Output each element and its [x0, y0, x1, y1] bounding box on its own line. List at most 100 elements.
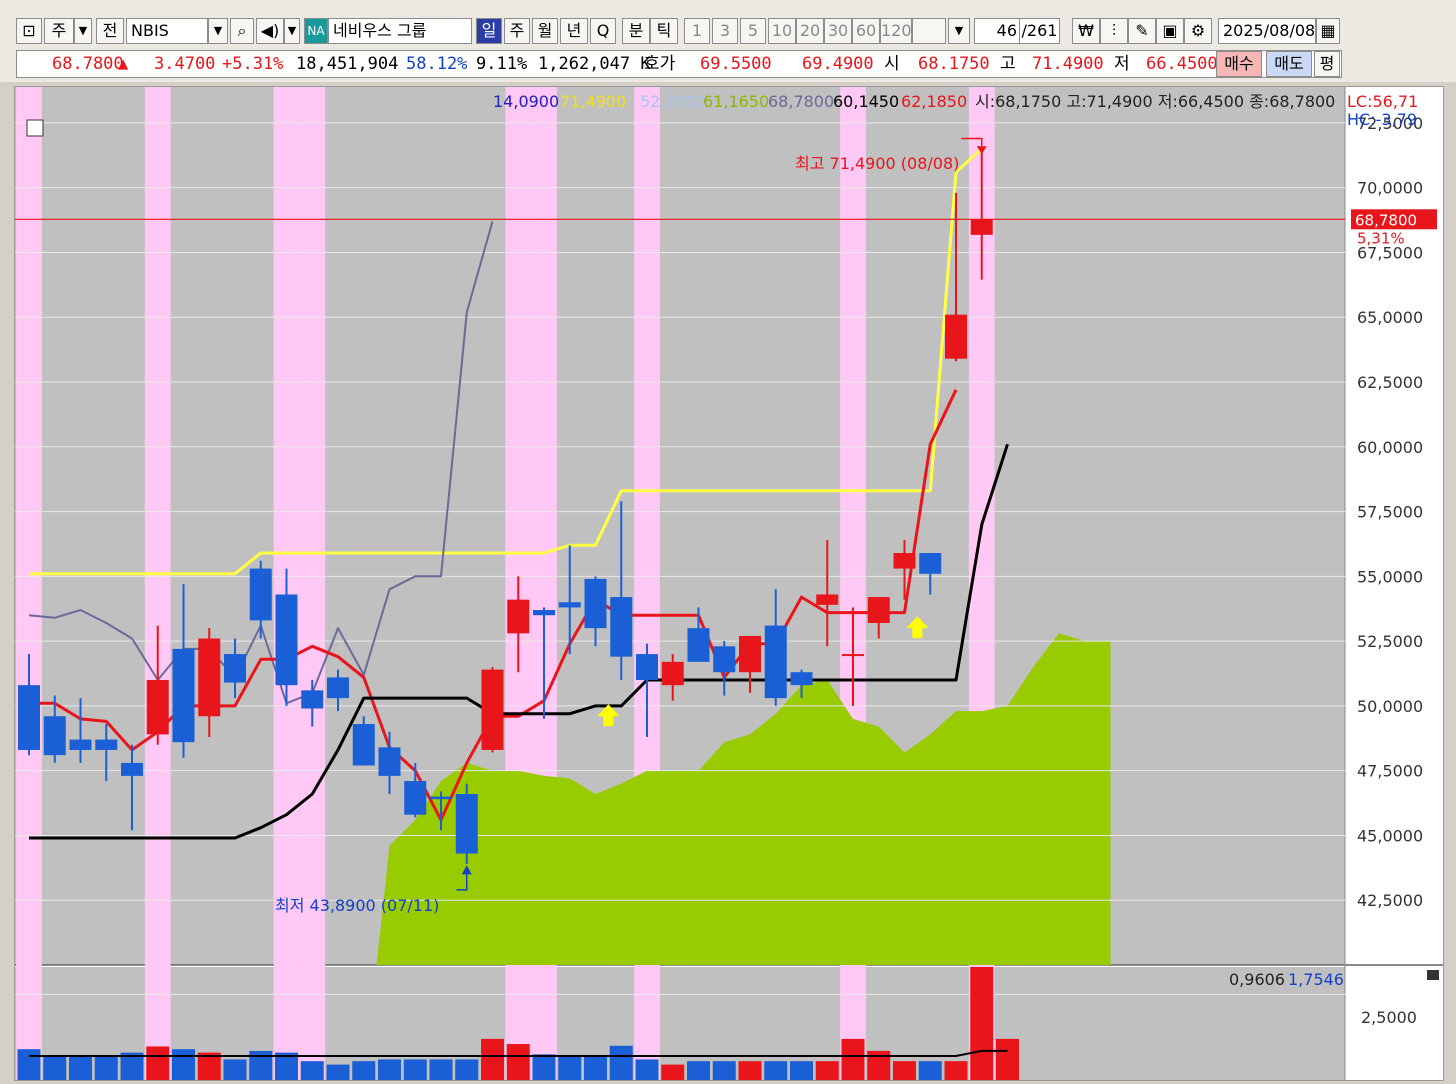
- prev-button[interactable]: 전: [96, 18, 124, 44]
- save-icon[interactable]: ▣: [1156, 18, 1184, 44]
- interval-1[interactable]: 1: [684, 18, 710, 44]
- highlight-band: [144, 87, 171, 1080]
- price-chart[interactable]: 72,500070,000067,500065,000062,500060,00…: [15, 87, 1443, 1080]
- toolbar-top: ⊡ 주 ▼ 전 NBIS ▼ ⌕ ◀) ▼ NA 네비우스 그룹 일 주 월 년…: [0, 0, 1456, 48]
- candle-body: [95, 739, 118, 750]
- interval-input[interactable]: [912, 18, 946, 44]
- quote-ask: 69.5500: [700, 54, 772, 74]
- badge-icon: NA: [304, 18, 328, 44]
- symbol-input[interactable]: NBIS: [126, 18, 208, 44]
- y-tick-label: 60,0000: [1357, 438, 1423, 457]
- period-quarter[interactable]: Q: [590, 18, 616, 44]
- interval-120[interactable]: 120: [880, 18, 912, 44]
- speaker-icon[interactable]: ◀): [256, 18, 284, 44]
- price-line-label: 68,7800: [1355, 211, 1417, 229]
- won-icon[interactable]: ₩: [1072, 18, 1100, 44]
- market-select[interactable]: 주: [44, 18, 74, 44]
- layout-icon[interactable]: ⊡: [16, 18, 42, 44]
- candle-body: [481, 669, 504, 750]
- volume-bar: [738, 1061, 762, 1080]
- legend-v3: 52,7800: [640, 92, 706, 111]
- interval-20[interactable]: 20: [796, 18, 824, 44]
- volume-bar: [94, 1056, 118, 1080]
- price-line-pct: 5,31%: [1357, 229, 1405, 247]
- legend-ohlc: 시:68,1750 고:71,4900 저:66,4500 종:68,7800: [975, 92, 1335, 111]
- y-tick-label: 70,0000: [1357, 179, 1423, 198]
- volume-bar: [893, 1061, 916, 1080]
- interval-10[interactable]: 10: [768, 18, 796, 44]
- min-label: 최저 43,8900 (07/11): [275, 896, 439, 915]
- volume-bar: [481, 1038, 504, 1080]
- candle-body: [584, 578, 607, 629]
- count-total: /261: [1020, 18, 1060, 44]
- search-icon[interactable]: ⌕: [230, 18, 254, 44]
- volume-bar: [918, 1061, 942, 1080]
- volume-bar: [712, 1061, 736, 1080]
- legend-v4: 61,1650: [703, 92, 769, 111]
- candle-body: [69, 739, 92, 750]
- candle-body: [764, 625, 787, 699]
- legend-v5: 68,7800: [768, 92, 834, 111]
- candle-body: [172, 648, 195, 743]
- volume-bar: [635, 1059, 659, 1080]
- volume-bar: [172, 1049, 195, 1080]
- volume-bar: [69, 1056, 92, 1080]
- open-label: 시: [884, 54, 900, 74]
- period-week[interactable]: 주: [504, 18, 530, 44]
- candle-icon[interactable]: ⫶: [1100, 18, 1128, 44]
- calendar-icon[interactable]: ▦: [1316, 18, 1340, 44]
- tools-icon[interactable]: ✎: [1128, 18, 1156, 44]
- volume-bar: [609, 1045, 633, 1080]
- volume-bar: [558, 1056, 582, 1080]
- candle-body: [867, 597, 890, 623]
- pane-close-icon: [1427, 970, 1439, 980]
- candle-body: [636, 654, 658, 680]
- volume-bar: [815, 1061, 839, 1080]
- buy-button[interactable]: 매수: [1216, 51, 1262, 77]
- period-day[interactable]: 일: [476, 18, 502, 44]
- unit-minute[interactable]: 분: [622, 18, 650, 44]
- candle-body: [713, 646, 736, 673]
- y-tick-label: 55,0000: [1357, 567, 1423, 586]
- grid-toggle-icon: [26, 119, 44, 137]
- count-input[interactable]: 46: [974, 18, 1020, 44]
- candle-body: [790, 672, 813, 686]
- volume-bar: [790, 1061, 813, 1080]
- interval-3[interactable]: 3: [712, 18, 738, 44]
- volume-bar: [996, 1038, 1019, 1080]
- hc-label: HC:-3,79: [1347, 110, 1417, 129]
- chevron-down-icon[interactable]: ▼: [208, 18, 228, 44]
- candle-body: [893, 553, 916, 569]
- candle-body: [661, 661, 684, 686]
- unit-tick[interactable]: 틱: [650, 18, 678, 44]
- interval-60[interactable]: 60: [852, 18, 880, 44]
- chevron-down-icon[interactable]: ▼: [948, 18, 970, 44]
- period-year[interactable]: 년: [560, 18, 588, 44]
- volume-bar: [403, 1059, 427, 1080]
- period-month[interactable]: 월: [532, 18, 558, 44]
- volume-bar: [43, 1056, 67, 1080]
- candle-body: [378, 747, 401, 776]
- chevron-down-icon[interactable]: ▼: [74, 18, 92, 44]
- candle-body: [507, 599, 530, 634]
- candle-body: [558, 602, 581, 608]
- max-label: 최고 71,4900 (08/08): [795, 154, 959, 173]
- lc-label: LC:56,71: [1347, 92, 1418, 111]
- interval-30[interactable]: 30: [824, 18, 852, 44]
- chart-panel: 72,5000 70,0000 67,5000 65,0000 62,5000 60,00…: [14, 86, 1444, 1081]
- date-input[interactable]: 2025/08/08: [1218, 18, 1316, 44]
- sell-button[interactable]: 매도: [1266, 51, 1312, 77]
- candle-body: [533, 610, 555, 616]
- chevron-down-icon[interactable]: ▼: [284, 18, 300, 44]
- quote-volume: 18,451,904: [296, 54, 399, 74]
- eval-button[interactable]: 평: [1314, 51, 1340, 77]
- interval-5[interactable]: 5: [740, 18, 766, 44]
- gear-icon[interactable]: ⚙: [1184, 18, 1212, 44]
- quote-change-pct: +5.31%: [222, 54, 284, 74]
- volume-bar: [841, 1038, 865, 1080]
- volume-label-2: 1,7546: [1288, 970, 1344, 989]
- legend-v1: 14,0900: [493, 92, 559, 111]
- candle-body: [430, 796, 452, 800]
- volume-bar: [506, 1044, 530, 1080]
- candle-body: [352, 724, 375, 766]
